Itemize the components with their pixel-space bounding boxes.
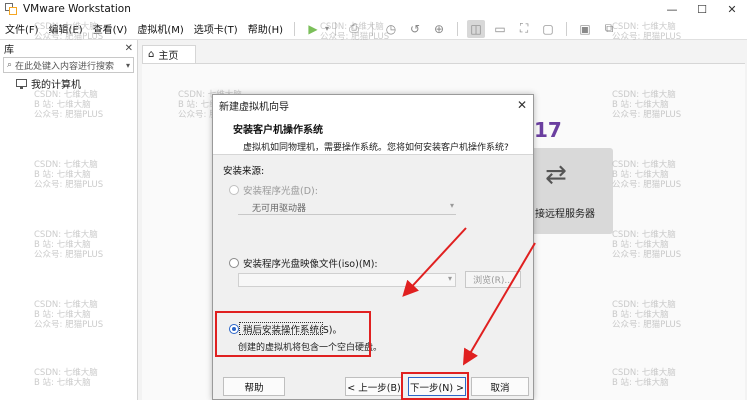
search-icon: ⌕: [7, 60, 13, 70]
dialog-title-bar: 新建虚拟机向导 ✕: [213, 95, 533, 115]
radio-installer-disc[interactable]: [229, 185, 239, 195]
fullscreen-icon[interactable]: ⛶: [515, 20, 533, 38]
home-icon: ⌂: [148, 49, 155, 60]
menu-file[interactable]: 文件(F): [0, 21, 44, 36]
iso-path-input[interactable]: ▾: [238, 273, 456, 287]
dialog-title: 新建虚拟机向导: [219, 101, 289, 113]
library-sidebar: 库 ✕ ⌕ 在此处键入内容进行搜索 ▾ 我的计算机: [0, 40, 138, 400]
back-button[interactable]: < 上一步(B): [345, 377, 403, 396]
option-label: 安装程序光盘映像文件(iso)(M):: [243, 259, 378, 270]
unity-icon[interactable]: ▢: [539, 20, 557, 38]
sidebar-title: 库: [4, 44, 14, 56]
drive-select: 无可用驱动器 ▾: [238, 201, 456, 215]
menu-edit[interactable]: 编辑(E): [44, 21, 88, 36]
toolbar-separator: [294, 21, 296, 36]
remote-server-label: 接远程服务器: [535, 209, 595, 220]
dialog-header-description: 虚拟机如同物理机，需要操作系统。您将如何安装客户机操作系统?: [243, 143, 509, 153]
app-title: VMware Workstation: [23, 3, 131, 15]
version-number: 17: [534, 118, 562, 142]
play-dropdown-icon[interactable]: ▾: [325, 24, 329, 33]
cancel-button[interactable]: 取消: [471, 377, 529, 396]
library-search-input[interactable]: ⌕ 在此处键入内容进行搜索 ▾: [3, 57, 134, 73]
dialog-header-title: 安装客户机操作系统: [233, 125, 323, 136]
close-icon[interactable]: ✕: [125, 43, 133, 54]
close-window-button[interactable]: ✕: [717, 0, 747, 18]
manage-snapshots-icon[interactable]: ⊕: [430, 20, 448, 38]
sidebar-item-my-computer[interactable]: 我的计算机: [0, 75, 137, 91]
chevron-down-icon: ▾: [449, 201, 454, 210]
toolbar-separator: [372, 21, 374, 36]
sidebar-item-label: 我的计算机: [31, 79, 81, 91]
swap-arrows-icon: ⇄: [545, 160, 567, 190]
menu-bar: 文件(F) 编辑(E) 查看(V) 虚拟机(M) 选项卡(T) 帮助(H) ▶ …: [0, 18, 747, 40]
toolbar-separator: [335, 21, 337, 36]
chevron-down-icon[interactable]: ▾: [126, 61, 130, 70]
option-installer-disc[interactable]: 安装程序光盘(D):: [229, 183, 318, 197]
annotation-box-next: [401, 372, 469, 400]
sidebar-header: 库 ✕: [0, 40, 137, 56]
chevron-down-icon[interactable]: ▾: [448, 274, 452, 283]
toolbar-separator: [566, 21, 568, 36]
console-icon[interactable]: ▣: [576, 20, 594, 38]
dialog-header: 安装客户机操作系统 虚拟机如同物理机，需要操作系统。您将如何安装客户机操作系统?: [213, 115, 533, 155]
radio-iso-image[interactable]: [229, 258, 239, 268]
option-label: 安装程序光盘(D):: [243, 186, 318, 197]
sidebar-toggle-icon[interactable]: ◫: [467, 19, 486, 38]
help-button[interactable]: 帮助: [223, 377, 285, 396]
minimize-button[interactable]: —: [657, 0, 687, 18]
install-source-label: 安装来源:: [223, 166, 265, 177]
library-icon[interactable]: ⧉: [600, 20, 618, 38]
menu-help[interactable]: 帮助(H): [243, 21, 288, 36]
search-placeholder: 在此处键入内容进行搜索: [15, 61, 115, 72]
tab-home[interactable]: ⌂ 主页: [142, 45, 196, 63]
play-icon[interactable]: ▶: [304, 20, 322, 38]
annotation-box-install-later: [215, 311, 371, 357]
revert-icon[interactable]: ↺: [406, 20, 424, 38]
vmware-logo-icon: [5, 3, 17, 15]
option-iso-image[interactable]: 安装程序光盘映像文件(iso)(M):: [229, 256, 378, 270]
maximize-button[interactable]: ☐: [687, 0, 717, 18]
drive-select-value: 无可用驱动器: [252, 204, 307, 214]
menu-vm[interactable]: 虚拟机(M): [132, 21, 188, 36]
close-icon[interactable]: ✕: [517, 98, 527, 112]
tab-label: 主页: [158, 51, 179, 62]
menu-view[interactable]: 查看(V): [88, 21, 133, 36]
suspend-icon[interactable]: ⎙: [345, 20, 363, 38]
snapshot-icon[interactable]: ◷: [382, 20, 400, 38]
title-bar: VMware Workstation — ☐ ✕: [0, 0, 747, 18]
thumbnail-icon[interactable]: ▭: [491, 20, 509, 38]
computer-icon: [16, 79, 27, 89]
toolbar-separator: [457, 21, 459, 36]
menu-tabs[interactable]: 选项卡(T): [189, 21, 243, 36]
browse-button[interactable]: 浏览(R)...: [465, 271, 521, 288]
